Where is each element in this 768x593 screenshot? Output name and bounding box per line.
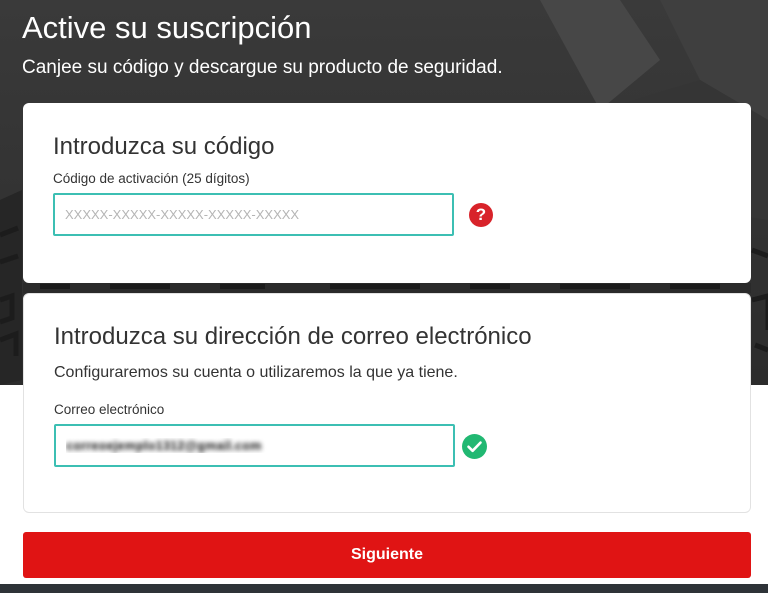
email-input[interactable]	[54, 424, 455, 467]
page-title: Active su suscripción	[22, 10, 312, 45]
email-card: Introduzca su dirección de correo electr…	[23, 293, 751, 513]
code-card-title: Introduzca su código	[53, 133, 275, 160]
activation-code-label: Código de activación (25 dígitos)	[53, 171, 250, 186]
activation-code-input[interactable]	[53, 193, 454, 236]
email-card-description: Configuraremos su cuenta o utilizaremos …	[54, 364, 458, 381]
checkmark-circle-icon	[462, 434, 487, 459]
bottom-strip	[0, 584, 768, 593]
next-button[interactable]: Siguiente	[23, 532, 751, 578]
activation-code-card: Introduzca su código Código de activació…	[23, 103, 751, 283]
question-mark-circle-icon[interactable]: ?	[469, 203, 493, 227]
email-card-title: Introduzca su dirección de correo electr…	[54, 323, 532, 350]
page-subtitle: Canjee su código y descargue su producto…	[22, 57, 503, 78]
email-label: Correo electrónico	[54, 402, 165, 417]
